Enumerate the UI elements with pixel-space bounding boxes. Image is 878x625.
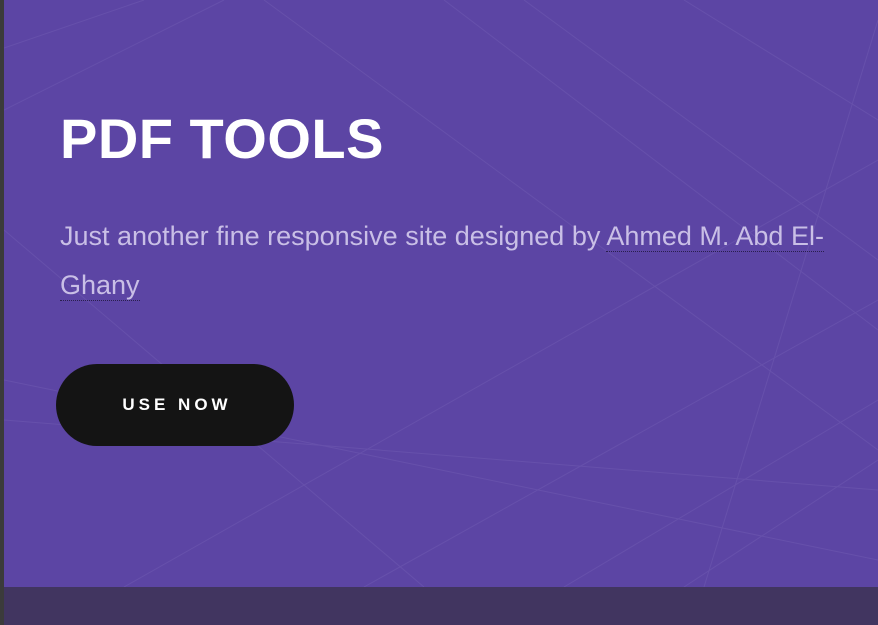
hero-content: PDF TOOLS Just another fine responsive s… <box>60 104 860 310</box>
hero-section: PDF TOOLS Just another fine responsive s… <box>4 0 878 587</box>
use-now-button[interactable]: USE NOW <box>56 364 294 446</box>
bottom-bar <box>4 587 878 625</box>
tagline-text: Just another fine responsive site design… <box>60 221 607 251</box>
page-title: PDF TOOLS <box>60 107 384 170</box>
site-tagline: Just another fine responsive site design… <box>60 212 858 310</box>
